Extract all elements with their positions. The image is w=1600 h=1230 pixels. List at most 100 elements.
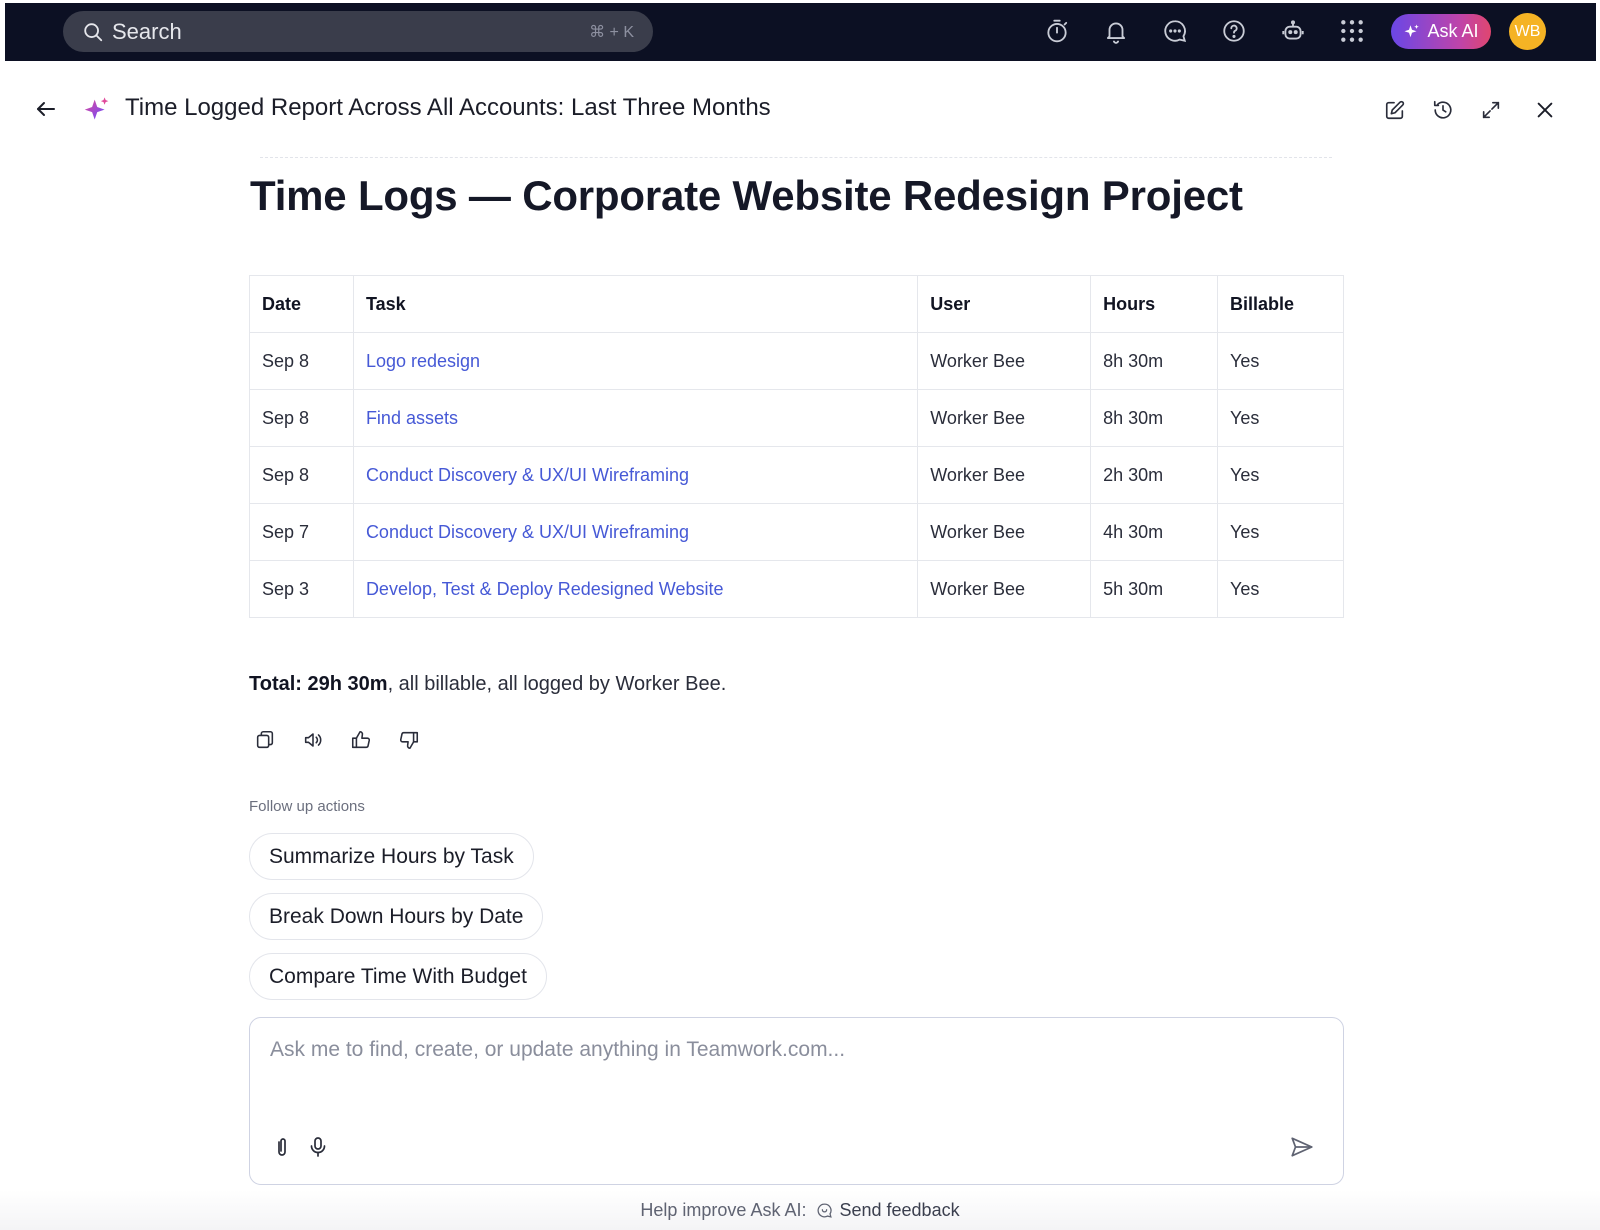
cell-user: Worker Bee [917,446,1092,504]
follow-up-summarize-hours-by-task[interactable]: Summarize Hours by Task [249,833,534,880]
message-actions [252,727,422,753]
cell-hours: 4h 30m [1090,503,1219,561]
microphone-button[interactable] [304,1133,332,1161]
read-aloud-button[interactable] [300,727,326,753]
attach-button[interactable] [268,1133,296,1161]
task-link[interactable]: Find assets [366,408,458,428]
cell-billable: Yes [1217,560,1344,618]
table-row: Sep 8 Conduct Discovery & UX/UI Wirefram… [249,446,1344,504]
send-icon [1291,1137,1313,1157]
bell-icon[interactable] [1102,17,1130,45]
table-row: Sep 7 Conduct Discovery & UX/UI Wirefram… [249,503,1344,561]
table-header-row: Date Task User Hours Billable [249,275,1344,333]
total-summary: Total: 29h 30m, all billable, all logged… [249,673,726,696]
column-header-date: Date [249,275,354,333]
follow-up-break-down-hours-by-date[interactable]: Break Down Hours by Date [249,893,544,940]
send-feedback-label: Send feedback [839,1199,960,1220]
column-header-task: Task [352,275,919,333]
cell-user: Worker Bee [917,332,1092,390]
cell-user: Worker Bee [917,560,1092,618]
time-logs-table: Date Task User Hours Billable Sep 8 Logo… [249,275,1344,618]
search-icon [82,21,104,43]
feedback-footer: Help improve Ask AI: Send feedback [0,1190,1600,1230]
cell-hours: 5h 30m [1090,560,1219,618]
total-label: Total: 29h 30m [249,673,388,695]
cell-hours: 8h 30m [1090,389,1219,447]
cell-hours: 2h 30m [1090,446,1219,504]
cell-billable: Yes [1217,503,1344,561]
panel-title: Time Logged Report Across All Accounts: … [125,94,771,121]
cell-date: Sep 7 [249,503,354,561]
apps-grid-icon[interactable] [1338,17,1366,45]
avatar[interactable]: WB [1509,13,1546,50]
feedback-icon [817,1202,833,1218]
column-header-user: User [917,275,1092,333]
search-label: Search [112,18,182,44]
expand-button[interactable] [1476,95,1506,125]
cell-date: Sep 8 [249,446,354,504]
search-bar[interactable]: Search ⌘ + K [63,11,653,52]
sparkle-icon [1403,23,1421,41]
send-feedback-link[interactable]: Send feedback [816,1199,960,1221]
cell-billable: Yes [1217,389,1344,447]
speaker-icon [304,733,322,747]
cell-billable: Yes [1217,332,1344,390]
page-title: Time Logs — Corporate Website Redesign P… [250,172,1243,219]
cell-date: Sep 8 [249,389,354,447]
message-input[interactable] [268,1036,1308,1096]
column-header-billable: Billable [1217,275,1344,333]
send-button[interactable] [1288,1133,1316,1161]
follow-up-compare-time-with-budget[interactable]: Compare Time With Budget [249,953,547,1000]
follow-up-label: Follow up actions [249,798,365,815]
ask-ai-label: Ask AI [1427,21,1479,41]
thumbs-down-button[interactable] [396,727,422,753]
copy-icon [256,730,274,749]
cell-task: Conduct Discovery & UX/UI Wireframing [352,503,919,561]
cell-date: Sep 8 [249,332,354,390]
back-button[interactable] [31,94,61,124]
close-icon [1537,102,1553,118]
help-icon[interactable] [1220,17,1248,45]
thumbs-up-icon [351,730,371,749]
task-link[interactable]: Develop, Test & Deploy Redesigned Websit… [366,579,724,599]
microphone-icon [310,1137,326,1157]
edit-icon [1385,100,1405,120]
expand-icon [1482,101,1500,119]
thumbs-up-button[interactable] [348,727,374,753]
cell-billable: Yes [1217,446,1344,504]
timer-icon[interactable] [1043,17,1071,45]
ai-sparkle-icon [82,94,112,124]
history-button[interactable] [1428,95,1458,125]
table-row: Sep 8 Logo redesign Worker Bee 8h 30m Ye… [249,332,1344,390]
feedback-prompt: Help improve Ask AI: [640,1199,807,1220]
task-link[interactable]: Conduct Discovery & UX/UI Wireframing [366,522,689,542]
top-bar: Search ⌘ + K Ask AI WB [5,3,1596,61]
cell-hours: 8h 30m [1090,332,1219,390]
cell-user: Worker Bee [917,389,1092,447]
task-link[interactable]: Conduct Discovery & UX/UI Wireframing [366,465,689,485]
thumbs-down-icon [399,731,419,750]
close-button[interactable] [1530,95,1560,125]
column-header-hours: Hours [1090,275,1219,333]
copy-button[interactable] [252,727,278,753]
chat-icon[interactable] [1161,17,1189,45]
search-shortcut: ⌘ + K [589,24,634,41]
table-row: Sep 3 Develop, Test & Deploy Redesigned … [249,560,1344,618]
task-link[interactable]: Logo redesign [366,351,480,371]
table-row: Sep 8 Find assets Worker Bee 8h 30m Yes [249,389,1344,447]
total-description: , all billable, all logged by Worker Bee… [387,673,727,695]
cell-task: Logo redesign [352,332,919,390]
arrow-left-icon [37,102,55,116]
cell-task: Find assets [352,389,919,447]
cell-task: Conduct Discovery & UX/UI Wireframing [352,446,919,504]
cell-task: Develop, Test & Deploy Redesigned Websit… [352,560,919,618]
paperclip-icon [278,1138,286,1156]
history-icon [1433,100,1452,119]
robot-icon[interactable] [1279,17,1307,45]
ask-ai-button[interactable]: Ask AI [1391,14,1491,49]
cell-user: Worker Bee [917,503,1092,561]
section-divider [260,157,1332,158]
cell-date: Sep 3 [249,560,354,618]
message-composer [249,1017,1344,1185]
edit-button[interactable] [1380,95,1410,125]
